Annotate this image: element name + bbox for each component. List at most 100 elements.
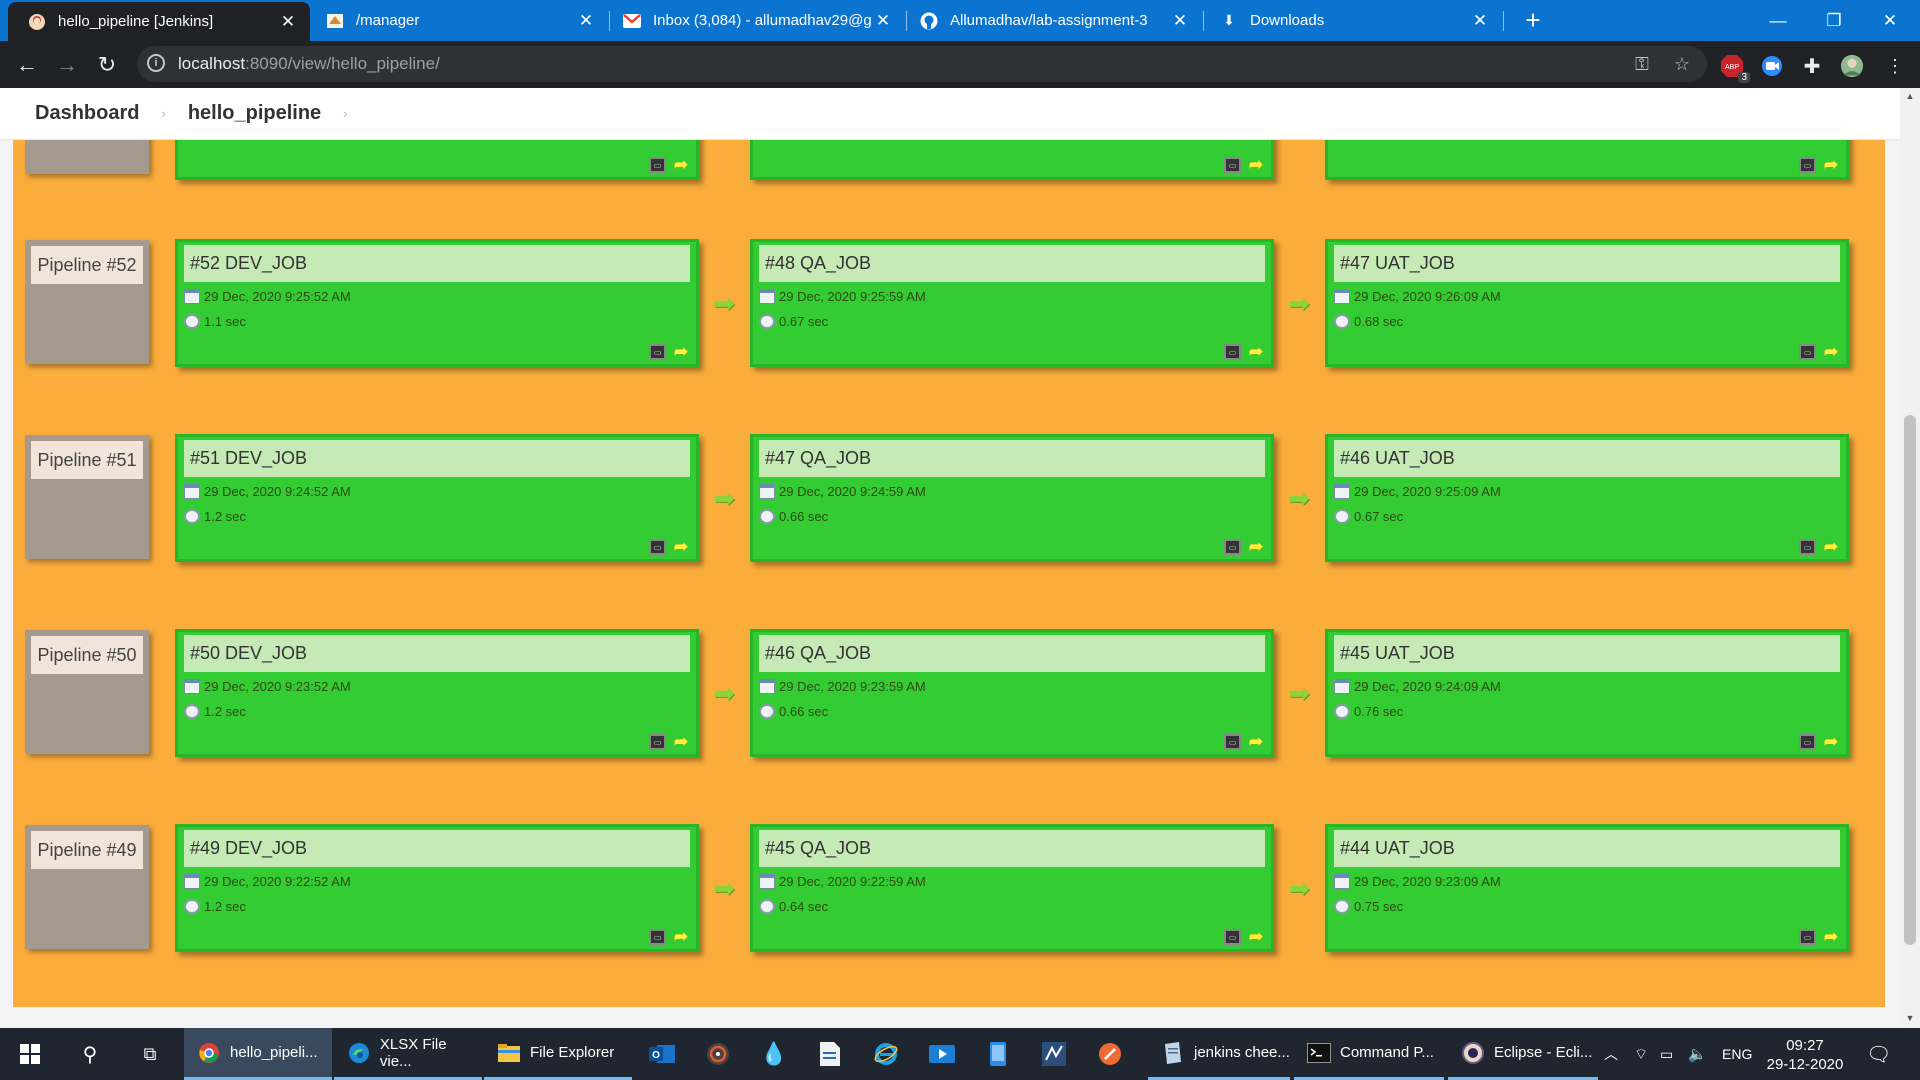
profile-avatar[interactable] [1840, 54, 1864, 78]
phone-app-icon[interactable] [970, 1028, 1026, 1080]
volume-icon[interactable]: 🔈 [1688, 1028, 1707, 1080]
job-box-qa[interactable]: #47 QA_JOB 29 Dec, 2020 9:24:59 AM 0.66 … [750, 434, 1274, 562]
window-close-icon[interactable]: ✕ [1862, 0, 1918, 41]
extensions-puzzle-icon[interactable]: ✚ [1800, 54, 1824, 78]
tab-manager[interactable]: /manager ✕ [306, 0, 608, 41]
rebuild-arrow-icon[interactable]: ➦ [1822, 928, 1840, 945]
rebuild-arrow-icon[interactable]: ➦ [672, 156, 690, 173]
document-app-icon[interactable] [802, 1028, 858, 1080]
pipeline-label[interactable]: Pipeline #52 [25, 240, 149, 364]
job-title[interactable]: #45 QA_JOB [759, 830, 1265, 867]
chevron-right-icon[interactable]: › [161, 106, 165, 121]
rebuild-arrow-icon[interactable]: ➦ [1247, 156, 1265, 173]
console-icon[interactable]: ▭ [649, 734, 666, 750]
pipeline-label[interactable]: Pipeline #49 [25, 825, 149, 949]
sql-tool-icon[interactable] [1026, 1028, 1082, 1080]
internet-explorer-icon[interactable] [858, 1028, 914, 1080]
page-scrollbar[interactable]: ▲ ▼ [1900, 88, 1920, 1028]
battery-icon[interactable]: ▭ [1660, 1028, 1673, 1080]
taskbar-clock[interactable]: 09:27 29-12-2020 [1764, 1036, 1846, 1074]
maximize-icon[interactable]: ❐ [1806, 0, 1862, 41]
pipeline-label[interactable]: Pipeline #51 [25, 435, 149, 559]
close-icon[interactable]: ✕ [1168, 11, 1192, 31]
key-icon[interactable]: ⚿ [1630, 52, 1654, 76]
rebuild-arrow-icon[interactable]: ➦ [1822, 733, 1840, 750]
job-title[interactable]: #52 DEV_JOB [184, 245, 690, 282]
job-title[interactable]: #51 DEV_JOB [184, 440, 690, 477]
console-icon[interactable]: ▭ [1224, 157, 1241, 173]
job-box-dev[interactable]: #51 DEV_JOB 29 Dec, 2020 9:24:52 AM 1.2 … [175, 434, 699, 562]
site-info-icon[interactable]: i [147, 54, 165, 72]
job-title[interactable]: #44 UAT_JOB [1334, 830, 1840, 867]
notification-icon[interactable]: 🗨 [1866, 1028, 1891, 1080]
menu-kebab-icon[interactable]: ⋮ [1883, 54, 1907, 78]
console-icon[interactable]: ▭ [649, 539, 666, 555]
rebuild-arrow-icon[interactable]: ➦ [1247, 733, 1265, 750]
show-hidden-icons-icon[interactable]: ︿ [1604, 1028, 1618, 1080]
rebuild-arrow-icon[interactable]: ➦ [1822, 538, 1840, 555]
console-icon[interactable]: ▭ [649, 344, 666, 360]
taskbar-file-explorer[interactable]: File Explorer [484, 1028, 632, 1080]
job-box-uat[interactable]: #47 UAT_JOB 29 Dec, 2020 9:26:09 AM 0.68… [1325, 239, 1849, 367]
address-bar[interactable]: i localhost:8090/view/hello_pipeline/ ⚿ … [137, 46, 1707, 82]
taskbar-notepad[interactable]: jenkins chee... [1148, 1028, 1290, 1080]
tab-downloads[interactable]: ⬇ Downloads ✕ [1200, 0, 1502, 41]
language-indicator[interactable]: ENG [1722, 1028, 1752, 1080]
taskbar-eclipse[interactable]: Eclipse - Ecli... [1448, 1028, 1598, 1080]
job-title[interactable]: #47 UAT_JOB [1334, 245, 1840, 282]
minimize-icon[interactable]: — [1750, 0, 1806, 41]
taskbar-edge[interactable]: XLSX File vie... [334, 1028, 482, 1080]
taskbar-command-prompt[interactable]: Command P... [1294, 1028, 1444, 1080]
console-icon[interactable]: ▭ [649, 157, 666, 173]
job-title[interactable]: #45 UAT_JOB [1334, 635, 1840, 672]
scroll-down-icon[interactable]: ▼ [1904, 1013, 1916, 1025]
tab-github[interactable]: Allumadhav/lab-assignment-3 ✕ [900, 0, 1202, 41]
job-title[interactable]: #46 QA_JOB [759, 635, 1265, 672]
pipeline-label[interactable]: Pipeline #50 [25, 630, 149, 754]
close-icon[interactable]: ✕ [574, 11, 598, 31]
rebuild-arrow-icon[interactable]: ➦ [672, 343, 690, 360]
windows-start-icon[interactable] [2, 1028, 58, 1080]
chevron-right-icon[interactable]: › [343, 106, 347, 121]
pipeline-number[interactable]: Pipeline #49 [31, 831, 143, 869]
job-box-dev[interactable]: #52 DEV_JOB 29 Dec, 2020 9:25:52 AM 1.1 … [175, 239, 699, 367]
pipeline-number[interactable]: Pipeline #51 [31, 441, 143, 479]
console-icon[interactable]: ▭ [1799, 157, 1816, 173]
video-app-icon[interactable] [914, 1028, 970, 1080]
star-icon[interactable]: ☆ [1670, 52, 1694, 76]
pipeline-number[interactable]: Pipeline #50 [31, 636, 143, 674]
job-box-qa[interactable]: #45 QA_JOB 29 Dec, 2020 9:22:59 AM 0.64 … [750, 824, 1274, 952]
close-icon[interactable]: ✕ [276, 12, 300, 32]
job-title[interactable]: #48 QA_JOB [759, 245, 1265, 282]
close-icon[interactable]: ✕ [871, 11, 895, 31]
url-text[interactable]: localhost:8090/view/hello_pipeline/ [178, 54, 440, 74]
tab-hello-pipeline[interactable]: hello_pipeline [Jenkins] ✕ [8, 2, 310, 41]
job-title[interactable]: #50 DEV_JOB [184, 635, 690, 672]
reload-icon[interactable]: ↻ [92, 50, 122, 80]
adblock-icon[interactable]: ABP 3 [1720, 54, 1750, 83]
new-tab-button[interactable]: + [1518, 6, 1548, 36]
close-icon[interactable]: ✕ [1468, 11, 1492, 31]
pipeline-number[interactable]: Pipeline #52 [31, 246, 143, 284]
job-title[interactable]: #49 DEV_JOB [184, 830, 690, 867]
rebuild-arrow-icon[interactable]: ➦ [1247, 928, 1265, 945]
search-icon[interactable]: ⚲ [62, 1028, 118, 1080]
job-box-dev[interactable]: #49 DEV_JOB 29 Dec, 2020 9:22:52 AM 1.2 … [175, 824, 699, 952]
job-title[interactable]: #46 UAT_JOB [1334, 440, 1840, 477]
console-icon[interactable]: ▭ [1224, 929, 1241, 945]
console-icon[interactable]: ▭ [1799, 539, 1816, 555]
job-title[interactable]: #47 QA_JOB [759, 440, 1265, 477]
tab-inbox[interactable]: Inbox (3,084) - allumadhav29@g ✕ [603, 0, 905, 41]
outlook-icon[interactable]: O [634, 1028, 690, 1080]
taskbar-chrome[interactable]: hello_pipeli... [184, 1028, 332, 1080]
console-icon[interactable]: ▭ [1224, 539, 1241, 555]
water-drop-icon[interactable]: 💧 [746, 1028, 802, 1080]
task-view-icon[interactable]: ⧉ [122, 1028, 178, 1080]
scroll-up-icon[interactable]: ▲ [1904, 91, 1916, 103]
job-box-dev[interactable]: #50 DEV_JOB 29 Dec, 2020 9:23:52 AM 1.2 … [175, 629, 699, 757]
job-box-uat[interactable]: #46 UAT_JOB 29 Dec, 2020 9:25:09 AM 0.67… [1325, 434, 1849, 562]
rebuild-arrow-icon[interactable]: ➦ [672, 928, 690, 945]
console-icon[interactable]: ▭ [1224, 734, 1241, 750]
forward-icon[interactable]: → [52, 50, 82, 80]
wifi-icon[interactable]: ⌔ [1634, 1028, 1648, 1080]
